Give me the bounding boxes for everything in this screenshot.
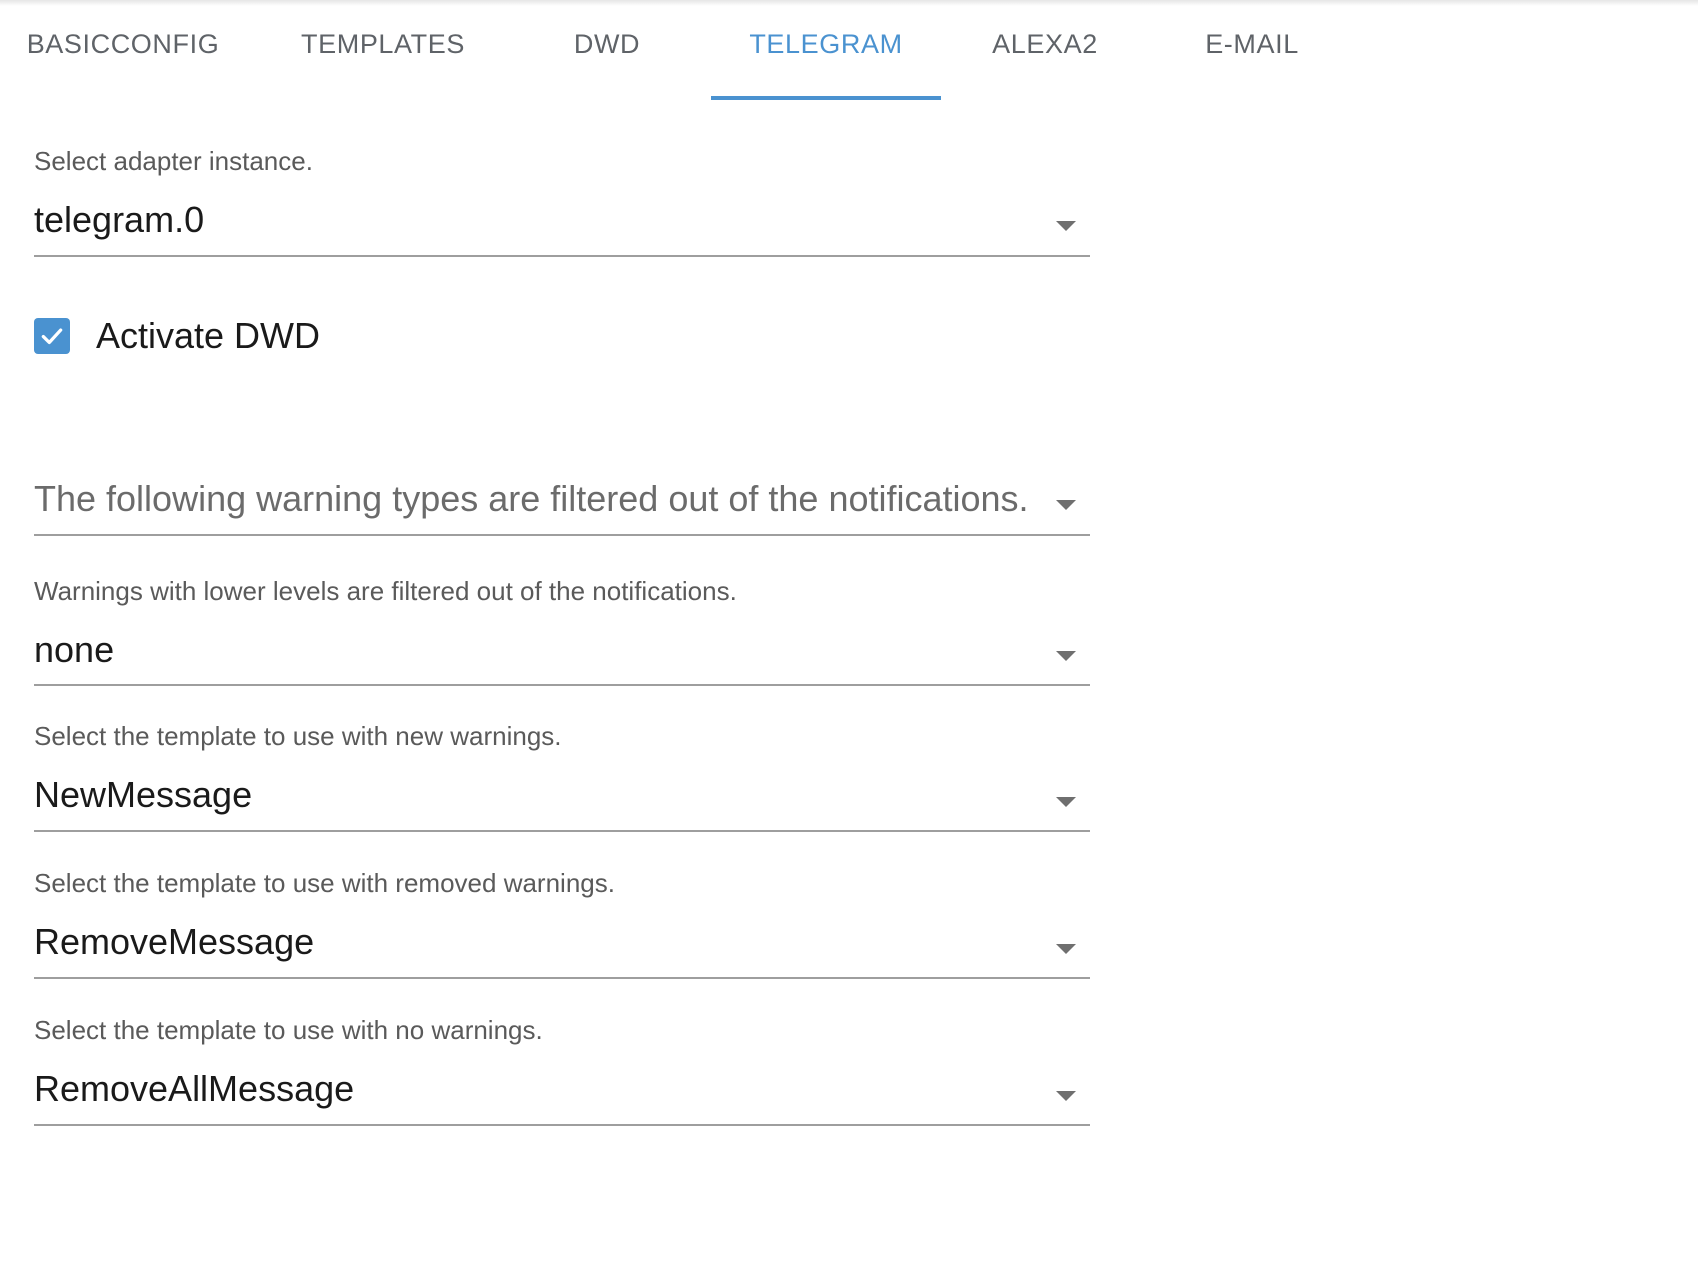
adapter-instance-select[interactable]: telegram.0 [34,194,1090,257]
warning-types-filter-placeholder: The following warning types are filtered… [34,478,1029,519]
new-warnings-template-value: NewMessage [34,774,253,815]
activate-dwd-row: Activate DWD [34,315,321,356]
chevron-down-icon [1056,221,1076,231]
tab-label: ALEXA2 [992,29,1098,59]
warning-level-field: Warnings with lower levels are filtered … [34,570,1090,686]
checkmark-icon [41,328,63,345]
tab-label: BASICCONFIG [26,29,220,59]
chevron-down-icon [1056,797,1076,807]
tab-telegram[interactable]: TELEGRAM [711,0,941,100]
adapter-instance-value: telegram.0 [34,199,205,240]
tab-label: E-MAIL [1205,29,1299,59]
tab-alexa2[interactable]: ALEXA2 [930,0,1160,100]
tab-basicconfig[interactable]: BASICCONFIG [8,0,238,100]
chevron-down-icon [1056,500,1076,510]
tab-email[interactable]: E-MAIL [1137,0,1367,100]
tab-label: TEMPLATES [301,29,465,59]
warning-level-value: none [34,629,115,670]
removed-warnings-template-label: Select the template to use with removed … [34,868,615,898]
tab-dwd[interactable]: DWD [492,0,722,100]
removed-warnings-template-value: RemoveMessage [34,921,315,962]
warning-types-filter-field: The following warning types are filtered… [34,470,1090,536]
warning-level-select[interactable]: none [34,624,1090,686]
active-tab-indicator [711,96,941,100]
tab-label: TELEGRAM [749,29,903,59]
no-warnings-template-label: Select the template to use with no warni… [34,1015,543,1045]
removed-warnings-template-select[interactable]: RemoveMessage [34,916,1090,979]
no-warnings-template-field: Select the template to use with no warni… [34,1011,1090,1126]
no-warnings-template-select[interactable]: RemoveAllMessage [34,1063,1090,1126]
new-warnings-template-field: Select the template to use with new warn… [34,717,1090,832]
chevron-down-icon [1056,651,1076,661]
removed-warnings-template-field: Select the template to use with removed … [34,864,1090,979]
new-warnings-template-select[interactable]: NewMessage [34,769,1090,832]
tab-label: DWD [573,29,641,59]
activate-dwd-label: Activate DWD [96,315,321,356]
no-warnings-template-value: RemoveAllMessage [34,1068,355,1109]
activate-dwd-checkbox[interactable] [34,318,70,354]
new-warnings-template-label: Select the template to use with new warn… [34,721,562,751]
tab-templates[interactable]: TEMPLATES [268,0,498,100]
chevron-down-icon [1056,1091,1076,1101]
warning-level-label: Warnings with lower levels are filtered … [34,576,737,606]
adapter-instance-label: Select adapter instance. [34,146,313,176]
warning-types-filter-select[interactable]: The following warning types are filtered… [34,470,1090,536]
adapter-instance-field: Select adapter instance. telegram.0 [34,142,1090,257]
tab-bar: BASICCONFIG TEMPLATES DWD TELEGRAM ALEXA… [0,0,1698,100]
chevron-down-icon [1056,944,1076,954]
